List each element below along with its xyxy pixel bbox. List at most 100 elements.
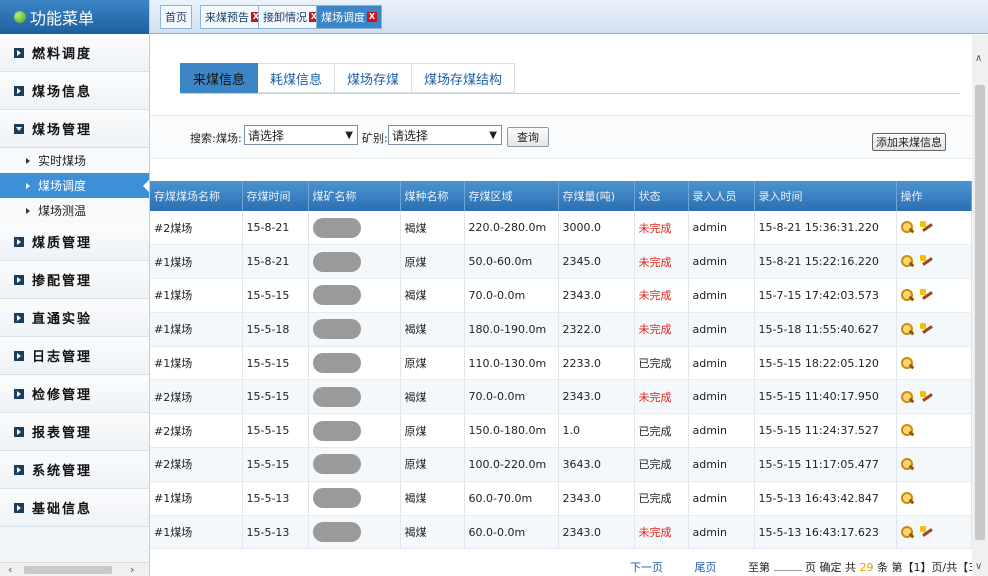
cell-amount: 1.0: [558, 413, 635, 449]
scroll-left-icon[interactable]: ‹: [8, 563, 12, 576]
scroll-right-icon[interactable]: ›: [130, 563, 134, 576]
collapse-icon: [14, 123, 24, 134]
pagination: 下一页 尾页 至第 页 确定 共 29 条 第【1】页/共【3】页: [630, 559, 988, 575]
table-row[interactable]: #2煤场 15-5-15 原煤 150.0-180.0m 1.0 已完成 admin 15-5…: [150, 413, 972, 449]
dispatch-icon[interactable]: [919, 221, 934, 234]
yard-select[interactable]: 请选择 ▼: [244, 125, 358, 145]
last-page-link[interactable]: 尾页: [695, 561, 717, 574]
sidebar-horizontal-scrollbar[interactable]: ‹ ›: [0, 562, 149, 576]
goto-suffix: 页: [805, 561, 816, 574]
sidebar-title: 功能菜单: [30, 9, 95, 28]
table-row[interactable]: #2煤场 15-5-15 褐煤 70.0-0.0m 2343.0 未完成 admin 15-5…: [150, 379, 972, 415]
table-row[interactable]: #1煤场 15-5-15 褐煤 70.0-0.0m 2343.0 未完成 admin 15-7…: [150, 278, 972, 313]
cell-date: 15-5-15: [242, 379, 309, 415]
view-icon[interactable]: [900, 221, 914, 234]
cell-mine-redacted: [308, 346, 401, 381]
sidebar-group-maintenance[interactable]: 检修管理: [0, 375, 149, 413]
cell-mine-redacted: [308, 481, 401, 516]
cell-amount: 2345.0: [558, 244, 635, 280]
table-row[interactable]: #2煤场 15-5-15 原煤 100.0-220.0m 3643.0 已完成 admin 1…: [150, 447, 972, 482]
dispatch-icon[interactable]: [919, 255, 934, 268]
scrollbar-thumb[interactable]: [975, 85, 985, 540]
table-row[interactable]: #2煤场 15-8-21 褐煤 220.0-280.0m 3000.0 未完成 admin 1…: [150, 211, 972, 246]
tab-unloading[interactable]: 接卸情况 X: [258, 5, 324, 29]
sidebar-group-reports[interactable]: 报表管理: [0, 413, 149, 451]
dispatch-icon[interactable]: [919, 390, 934, 404]
sidebar-item-yard-temperature[interactable]: 煤场测温: [0, 198, 149, 223]
sidebar-group-logs[interactable]: 日志管理: [0, 337, 149, 375]
view-icon[interactable]: [900, 289, 914, 302]
view-icon[interactable]: [900, 525, 914, 539]
column-header: 存煤量(吨): [558, 181, 635, 211]
next-page-link[interactable]: 下一页: [630, 561, 663, 574]
view-icon[interactable]: [900, 458, 914, 471]
scroll-up-icon[interactable]: ∧: [975, 53, 982, 64]
sidebar-group-blending[interactable]: 掺配管理: [0, 261, 149, 299]
table-row[interactable]: #1煤场 15-5-15 原煤 110.0-130.0m 2233.0 已完成 admin 1…: [150, 346, 972, 381]
scroll-down-icon[interactable]: ∨: [975, 561, 982, 572]
view-icon[interactable]: [900, 390, 914, 404]
sidebar-item-yard-dispatch[interactable]: 煤场调度: [0, 173, 149, 198]
page-number-input[interactable]: [773, 560, 802, 571]
sidebar-group-direct-test[interactable]: 直通实验: [0, 299, 149, 337]
subtab-coal-consumption[interactable]: 耗煤信息: [258, 63, 336, 93]
vertical-scrollbar[interactable]: ∧ ∨: [972, 35, 988, 576]
subtab-storage-structure[interactable]: 煤场存煤结构: [412, 63, 516, 93]
cell-amount: 2322.0: [558, 312, 635, 347]
cell-area: 220.0-280.0m: [464, 211, 559, 246]
cell-area: 150.0-180.0m: [464, 413, 559, 449]
table-row[interactable]: #1煤场 15-5-13 褐煤 60.0-0.0m 2343.0 未完成 admin 15-5…: [150, 515, 972, 550]
close-icon[interactable]: X: [367, 12, 377, 22]
view-icon[interactable]: [900, 255, 914, 268]
table-row[interactable]: #1煤场 15-8-21 原煤 50.0-60.0m 2345.0 未完成 admin 15-…: [150, 244, 972, 280]
search-bar: 搜索: 煤场: 请选择 ▼ 矿别: 请选择 ▼ 查询: [150, 115, 972, 159]
mine-select[interactable]: 请选择 ▼: [388, 125, 502, 145]
tab-label: 来煤预告: [205, 11, 249, 24]
view-icon[interactable]: [900, 424, 914, 437]
view-icon[interactable]: [900, 492, 914, 505]
table-header-row: 存煤煤场名称 存煤时间 煤矿名称 煤种名称 存煤区域 存煤量(吨) 状态 录入人…: [150, 181, 972, 211]
table-row[interactable]: #1煤场 15-5-13 褐煤 60.0-70.0m 2343.0 已完成 admin 15-…: [150, 481, 972, 516]
tab-coal-forecast[interactable]: 来煤预告 X: [200, 5, 266, 29]
cell-status: 未完成: [634, 278, 689, 313]
cell-status: 已完成: [634, 413, 689, 449]
cell-actions: [896, 278, 972, 313]
sidebar-group-yard-management[interactable]: 煤场管理: [0, 110, 149, 148]
sidebar-group-coal-quality[interactable]: 煤质管理: [0, 223, 149, 261]
cell-mine-redacted: [308, 244, 401, 280]
add-coal-info-button[interactable]: 添加来煤信息: [872, 133, 946, 151]
sidebar-item-realtime-yard[interactable]: 实时煤场: [0, 148, 149, 173]
expand-icon: [14, 502, 24, 513]
sidebar-item-label: 煤场调度: [38, 179, 87, 193]
subtab-yard-storage[interactable]: 煤场存煤: [335, 63, 413, 93]
sidebar-group-basic-info[interactable]: 基础信息: [0, 489, 149, 527]
view-icon[interactable]: [900, 356, 914, 370]
cell-date: 15-5-13: [242, 481, 309, 516]
confirm-button[interactable]: 确定: [820, 561, 842, 574]
subtab-incoming-coal[interactable]: 来煤信息: [180, 63, 259, 93]
dispatch-icon[interactable]: [919, 323, 934, 336]
sidebar-group-label: 报表管理: [32, 426, 93, 441]
table-row[interactable]: #1煤场 15-5-18 褐煤 180.0-190.0m 2322.0 未完成 admin 1…: [150, 312, 972, 347]
tab-home[interactable]: 首页: [160, 5, 192, 29]
scrollbar-thumb[interactable]: [24, 566, 112, 574]
sidebar-group-label: 煤场信息: [32, 85, 93, 100]
cell-user: admin: [688, 346, 755, 381]
tab-yard-dispatch[interactable]: 煤场调度 X: [316, 5, 382, 29]
cell-actions: [896, 211, 972, 246]
cell-status: 未完成: [634, 244, 689, 280]
sidebar-group-yard-info[interactable]: 煤场信息: [0, 72, 149, 110]
cell-date: 15-5-15: [242, 346, 309, 381]
query-button[interactable]: 查询: [507, 127, 549, 147]
sidebar-group-fuel-dispatch[interactable]: 燃料调度: [0, 34, 149, 72]
cell-user: admin: [688, 447, 755, 482]
dispatch-icon[interactable]: [919, 289, 934, 302]
sidebar-group-label: 掺配管理: [32, 274, 93, 289]
bullet-icon: [26, 207, 30, 214]
dispatch-icon[interactable]: [919, 525, 934, 539]
expand-icon: [14, 388, 24, 399]
sidebar-group-system[interactable]: 系统管理: [0, 451, 149, 489]
redacted-mine-name: [312, 386, 361, 407]
main-content: 来煤信息 耗煤信息 煤场存煤 煤场存煤结构 搜索: 煤场: 请选择 ▼ 矿别: …: [150, 35, 988, 576]
view-icon[interactable]: [900, 323, 914, 336]
